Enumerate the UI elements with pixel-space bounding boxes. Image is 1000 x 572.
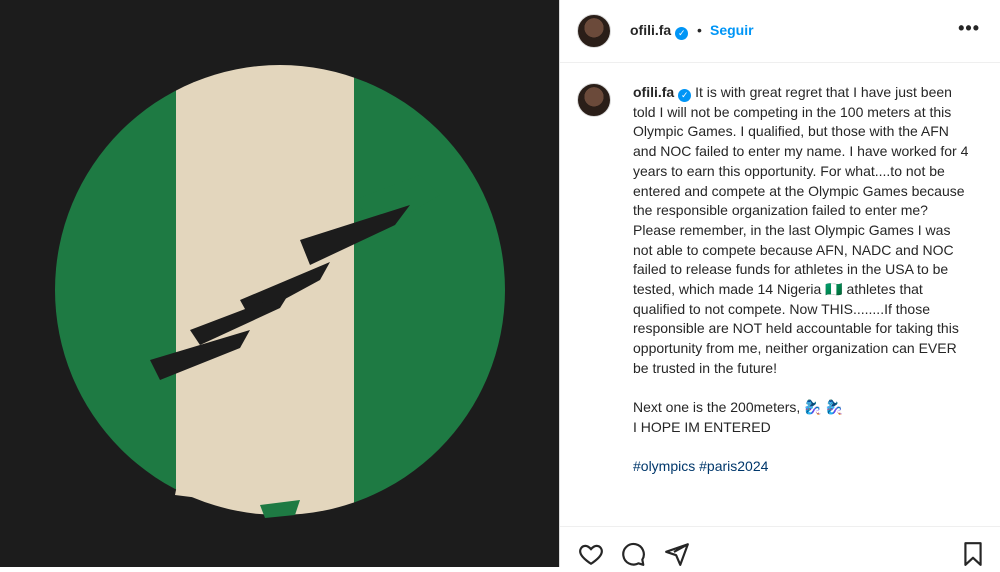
post-header: ofili.fa ✓ • Seguir •••: [560, 0, 1000, 63]
caption-username[interactable]: ofili.fa: [633, 84, 674, 100]
bookmark-icon[interactable]: [960, 541, 986, 572]
post-caption: ofili.fa ✓ It is with great regret that I…: [633, 83, 973, 477]
caption-text: It is with great regret that I have just…: [633, 84, 969, 435]
flag-green-right: [354, 65, 505, 515]
post-sidebar: ofili.fa ✓ • Seguir ••• ofili.fa ✓ It is w…: [560, 0, 1000, 567]
follow-button[interactable]: Seguir: [710, 22, 754, 38]
username-text[interactable]: ofili.fa: [630, 22, 671, 38]
verified-badge-icon: ✓: [678, 89, 692, 102]
username-link[interactable]: ofili.fa ✓: [630, 22, 689, 40]
verified-badge-icon: ✓: [675, 27, 689, 40]
flag-green-left: [55, 65, 176, 515]
nigeria-flag-graphic: [55, 65, 505, 518]
avatar[interactable]: [577, 14, 611, 48]
avatar[interactable]: [577, 83, 611, 117]
action-bar: [560, 526, 1000, 568]
separator-dot: •: [697, 22, 702, 38]
post-image[interactable]: [0, 0, 560, 567]
comment-icon[interactable]: [620, 541, 646, 572]
heart-icon[interactable]: [578, 541, 604, 572]
comments-section: ofili.fa ✓ It is with great regret that I…: [560, 63, 1000, 526]
hashtag-link[interactable]: #paris2024: [699, 458, 768, 474]
hashtag-link[interactable]: #olympics: [633, 458, 695, 474]
more-options-button[interactable]: •••: [958, 18, 980, 39]
share-icon[interactable]: [664, 541, 690, 572]
